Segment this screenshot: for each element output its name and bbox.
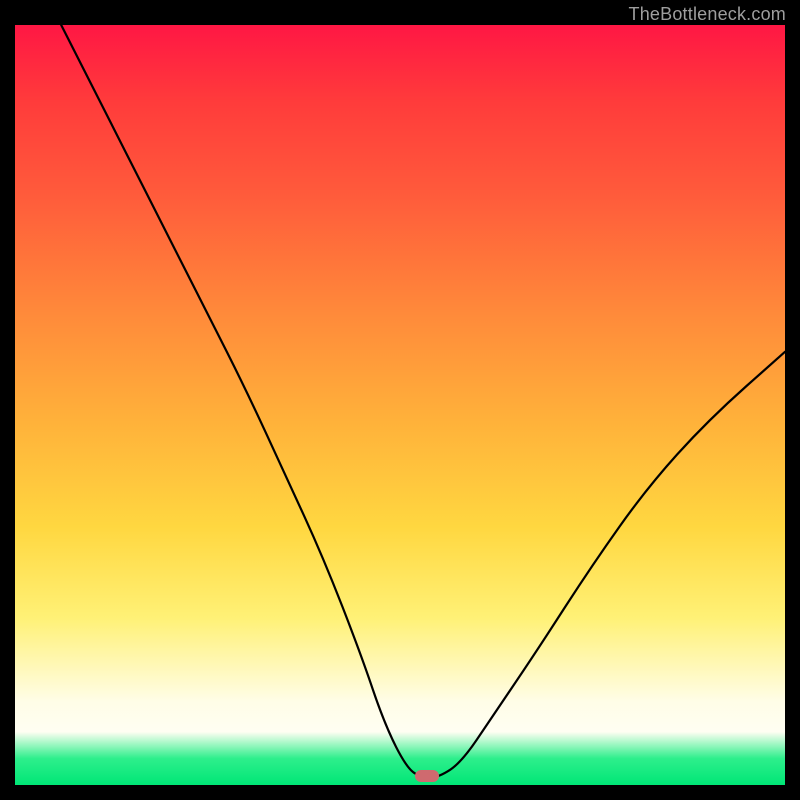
minimum-marker [415, 770, 439, 782]
attribution-label: TheBottleneck.com [629, 4, 786, 25]
chart-frame: TheBottleneck.com [0, 0, 800, 800]
plot-area [15, 25, 785, 785]
bottleneck-curve [15, 25, 785, 785]
